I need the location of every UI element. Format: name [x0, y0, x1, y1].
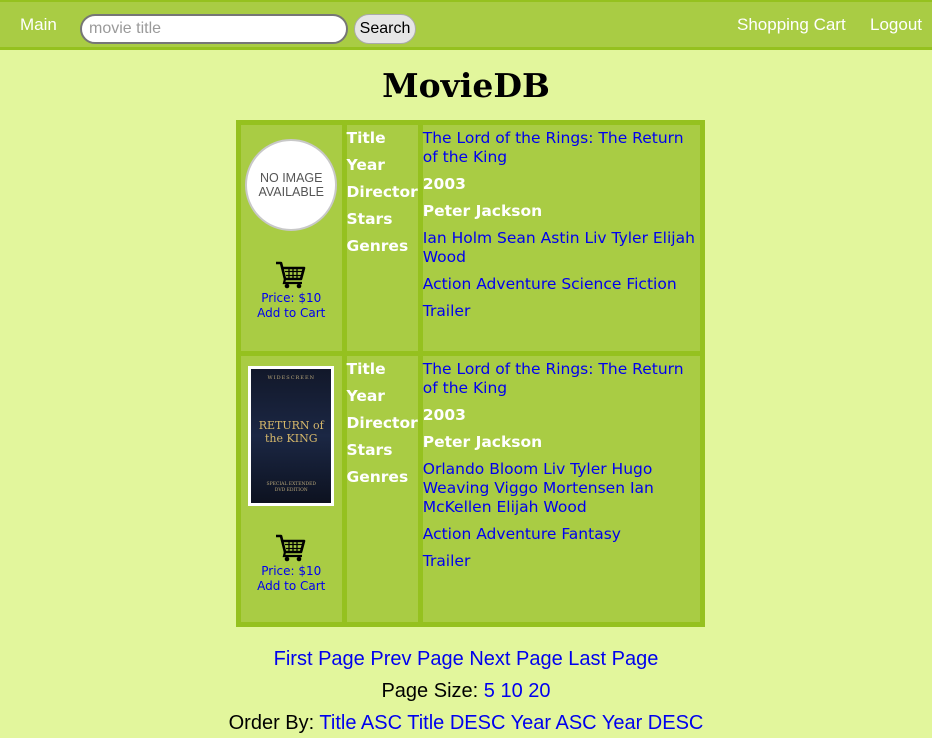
title-label: Title — [346, 360, 386, 378]
movie-row: WIDESCREEN RETURN of the KING SPECIAL EX… — [241, 356, 700, 622]
last-page-link[interactable]: Last Page — [568, 648, 658, 670]
year-label: Year — [346, 156, 385, 174]
director-label: Director — [346, 183, 418, 201]
shopping-cart-link[interactable]: Shopping Cart — [737, 15, 846, 35]
stars-label: Stars — [346, 210, 393, 228]
pagination-nav: First Page Prev Page Next Page Last Page — [0, 647, 932, 671]
movie-row: NO IMAGE AVAILABLE Price: $10 Add to Car… — [241, 125, 700, 351]
top-navbar: Main Search Shopping Cart Logout — [0, 0, 932, 50]
nav-main-link[interactable]: Main — [20, 15, 57, 35]
no-image-text: AVAILABLE — [258, 185, 325, 199]
title-label: Title — [346, 129, 386, 147]
logout-link[interactable]: Logout — [870, 15, 922, 35]
movie-title-link[interactable]: The Lord of the Rings: The Return of the… — [423, 360, 684, 397]
shopping-cart-icon[interactable] — [275, 261, 307, 289]
price-text: Price: $10 — [261, 564, 322, 578]
page-title: MovieDB — [382, 66, 550, 105]
trailer-link[interactable]: Trailer — [423, 552, 471, 570]
movie-title-link[interactable]: The Lord of the Rings: The Return of the… — [423, 129, 684, 166]
movie-image-cell: NO IMAGE AVAILABLE Price: $10 Add to Car… — [241, 125, 342, 351]
field-values-cell: The Lord of the Rings: The Return of the… — [422, 125, 700, 351]
movie-list-table: NO IMAGE AVAILABLE Price: $10 Add to Car… — [236, 120, 705, 627]
field-labels-cell: Title Year Director Stars Genres — [346, 125, 418, 351]
order-by-label: Order By: — [228, 712, 315, 734]
search-button[interactable]: Search — [354, 14, 416, 44]
trailer-link[interactable]: Trailer — [423, 302, 471, 320]
order-option-year-asc[interactable]: Year ASC — [511, 712, 597, 734]
page-size-option[interactable]: 5 — [484, 680, 495, 702]
page-size-selector: Page Size: 5 10 20 — [0, 679, 932, 703]
movie-image-cell: WIDESCREEN RETURN of the KING SPECIAL EX… — [241, 356, 342, 622]
add-to-cart-link[interactable]: Add to Cart — [241, 306, 342, 321]
movie-poster-image[interactable]: WIDESCREEN RETURN of the KING SPECIAL EX… — [248, 366, 335, 506]
no-image-text: NO IMAGE — [259, 171, 323, 185]
prev-page-link[interactable]: Prev Page — [370, 648, 463, 670]
add-to-cart-icon-button[interactable] — [241, 261, 342, 291]
order-option-title-desc[interactable]: Title DESC — [407, 712, 505, 734]
page-size-option[interactable]: 20 — [528, 680, 550, 702]
field-values-cell: The Lord of the Rings: The Return of the… — [422, 356, 700, 622]
search-input[interactable] — [80, 14, 348, 44]
field-labels-cell: Title Year Director Stars Genres — [346, 356, 418, 622]
movie-director: Peter Jackson — [422, 433, 543, 451]
next-page-link[interactable]: Next Page — [469, 648, 562, 670]
price-text: Price: $10 — [261, 291, 322, 305]
movie-year: 2003 — [422, 175, 466, 193]
first-page-link[interactable]: First Page — [274, 648, 365, 670]
shopping-cart-icon[interactable] — [275, 534, 307, 562]
order-by-selector: Order By: Title ASC Title DESC Year ASC … — [0, 711, 932, 735]
no-image-placeholder: NO IMAGE AVAILABLE — [245, 139, 338, 231]
year-label: Year — [346, 387, 385, 405]
movie-genres-links[interactable]: Action Adventure Fantasy — [423, 525, 621, 543]
stars-label: Stars — [346, 441, 393, 459]
order-option-title-asc[interactable]: Title ASC — [319, 712, 402, 734]
add-to-cart-link[interactable]: Add to Cart — [241, 579, 342, 594]
page-size-option[interactable]: 10 — [500, 680, 522, 702]
movie-stars-links[interactable]: Ian Holm Sean Astin Liv Tyler Elijah Woo… — [423, 229, 695, 266]
add-to-cart-icon-button[interactable] — [241, 534, 342, 564]
movie-stars-links[interactable]: Orlando Bloom Liv Tyler Hugo Weaving Vig… — [423, 460, 654, 516]
movie-genres-links[interactable]: Action Adventure Science Fiction — [423, 275, 677, 293]
movie-year: 2003 — [422, 406, 466, 424]
genres-label: Genres — [346, 468, 409, 486]
page-size-label: Page Size: — [381, 680, 479, 702]
genres-label: Genres — [346, 237, 409, 255]
order-option-year-desc[interactable]: Year DESC — [602, 712, 704, 734]
movie-director: Peter Jackson — [422, 202, 543, 220]
director-label: Director — [346, 414, 418, 432]
